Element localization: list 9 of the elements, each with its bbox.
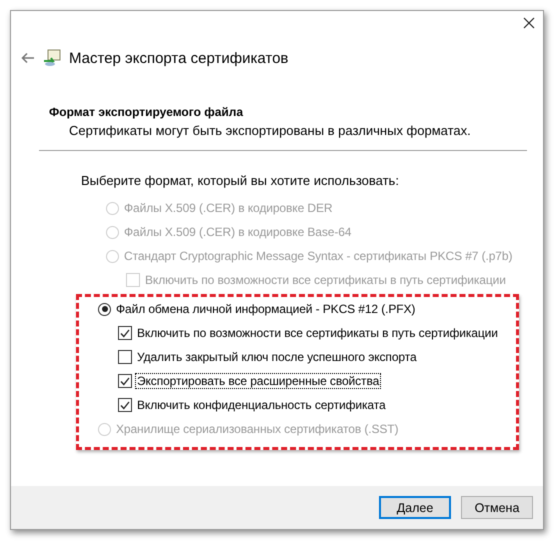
window-title: Мастер экспорта сертификатов — [69, 50, 288, 66]
close-icon[interactable] — [523, 17, 535, 29]
section-heading: Формат экспортируемого файла — [49, 105, 244, 119]
cancel-button[interactable]: Отмена — [461, 496, 533, 519]
back-arrow-icon[interactable] — [21, 52, 35, 64]
section-description: Сертификаты могут быть экспортированы в различных форматах. — [69, 123, 472, 138]
certificate-wizard-icon — [43, 49, 61, 67]
format-prompt: Выберите формат, который вы хотите использовать: — [81, 173, 400, 188]
next-button[interactable]: Далее — [379, 496, 451, 519]
